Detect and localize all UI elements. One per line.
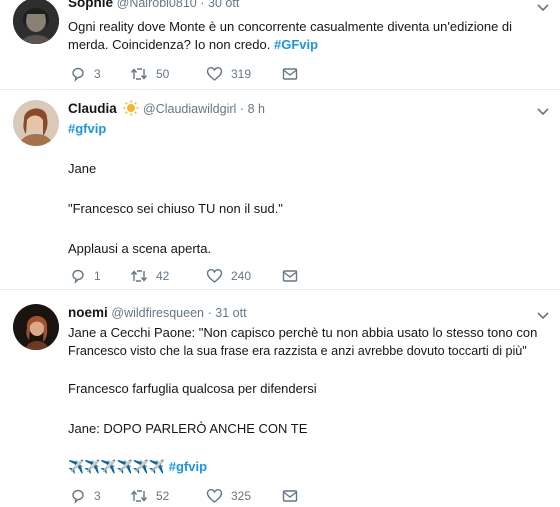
tweet-text-line: merda. Coincidenza? Io non credo. (68, 37, 271, 52)
like-count: 325 (231, 489, 252, 503)
avatar[interactable] (13, 304, 59, 350)
envelope-icon (282, 68, 298, 80)
tweet-text-line: Jane: DOPO PARLERÒ ANCHE CON TE (68, 421, 308, 436)
tweet-text-line: Ogni reality dove Monte è un concorrente… (68, 19, 513, 34)
hashtag-link[interactable]: #gfvip (68, 121, 106, 136)
retweet-icon (130, 270, 148, 282)
tweet-text-line: Applausi a scena aperta. (68, 241, 212, 256)
like-button[interactable]: 325 (206, 488, 282, 504)
tweet[interactable]: Claudia @Claudiawildgirl · 8 h #gfvip Ja… (0, 90, 560, 290)
chevron-down-icon[interactable] (536, 104, 550, 118)
user-handle[interactable]: @wildfiresqueen (111, 306, 204, 320)
tweet-text: #gfvip Jane "Francesco sei chiuso TU non… (68, 120, 536, 258)
display-name[interactable]: Claudia (68, 101, 117, 116)
tweet-text-line: Jane (68, 161, 97, 176)
hashtag-link[interactable]: #GFvip (274, 37, 318, 52)
envelope-icon (282, 490, 298, 502)
tweet-actions: 3 52 325 (70, 486, 298, 506)
reply-count: 1 (94, 269, 101, 283)
tweet-text-line: Francesco farfuglia qualcosa per difende… (68, 381, 317, 396)
reply-button[interactable]: 3 (70, 488, 130, 504)
retweet-icon (130, 68, 148, 80)
airplane-emoji-row: ✈️✈️✈️✈️✈️✈️ (68, 459, 166, 474)
tweet-text-line: Francesco visto che la sua frase era raz… (68, 344, 527, 358)
like-button[interactable]: 240 (206, 268, 282, 284)
heart-icon (206, 66, 223, 81)
user-handle[interactable]: @Nairobi0810 (117, 0, 197, 10)
retweet-button[interactable]: 52 (130, 488, 206, 504)
sun-emoji-icon (123, 100, 139, 116)
tweet-actions: 3 50 319 (70, 64, 298, 84)
avatar[interactable] (13, 0, 59, 44)
direct-message-button[interactable] (282, 269, 298, 283)
retweet-count: 50 (156, 67, 170, 81)
like-button[interactable]: 319 (206, 66, 282, 82)
tweet-text-line: Jane a Cecchi Paone: "Non capisco perchè… (68, 325, 538, 340)
reply-count: 3 (94, 489, 101, 503)
timestamp[interactable]: 31 ott (215, 306, 246, 320)
retweet-count: 52 (156, 489, 170, 503)
reply-icon (72, 269, 84, 284)
timestamp[interactable]: 30 ott (208, 0, 239, 10)
reply-icon (72, 489, 84, 504)
heart-icon (206, 268, 223, 283)
retweet-icon (130, 490, 148, 502)
display-name[interactable]: noemi (68, 305, 108, 320)
tweet-header: Sophie @Nairobi0810 · 30 ott (68, 0, 536, 12)
tweet-text: Ogni reality dove Monte è un concorrente… (68, 18, 536, 54)
tweet[interactable]: Sophie @Nairobi0810 · 30 ott Ogni realit… (0, 0, 560, 90)
tweet-header: noemi @wildfiresqueen · 31 ott (68, 305, 247, 320)
reply-button[interactable]: 1 (70, 268, 130, 284)
display-name[interactable]: Sophie (68, 0, 113, 10)
tweet-header: Claudia @Claudiawildgirl · 8 h (68, 100, 265, 116)
envelope-icon (282, 270, 298, 282)
direct-message-button[interactable] (282, 489, 298, 503)
heart-icon (206, 488, 223, 503)
direct-message-button[interactable] (282, 67, 298, 81)
chevron-down-icon[interactable] (536, 308, 550, 322)
tweet-text-line: "Francesco sei chiuso TU non il sud." (68, 201, 283, 216)
tweet[interactable]: noemi @wildfiresqueen · 31 ott Jane a Ce… (0, 290, 560, 507)
avatar[interactable] (13, 100, 59, 146)
reply-count: 3 (94, 67, 101, 81)
tweet-actions: 1 42 240 (70, 266, 298, 286)
retweet-count: 42 (156, 269, 170, 283)
reply-button[interactable]: 3 (70, 66, 130, 82)
tweet-text: Jane a Cecchi Paone: "Non capisco perchè… (68, 324, 538, 476)
hashtag-link[interactable]: #gfvip (169, 459, 207, 474)
retweet-button[interactable]: 50 (130, 66, 206, 82)
reply-icon (72, 67, 84, 82)
timestamp[interactable]: 8 h (248, 102, 265, 116)
like-count: 319 (231, 67, 252, 81)
like-count: 240 (231, 269, 252, 283)
user-handle[interactable]: @Claudiawildgirl (143, 102, 236, 116)
retweet-button[interactable]: 42 (130, 268, 206, 284)
chevron-down-icon[interactable] (536, 0, 550, 14)
